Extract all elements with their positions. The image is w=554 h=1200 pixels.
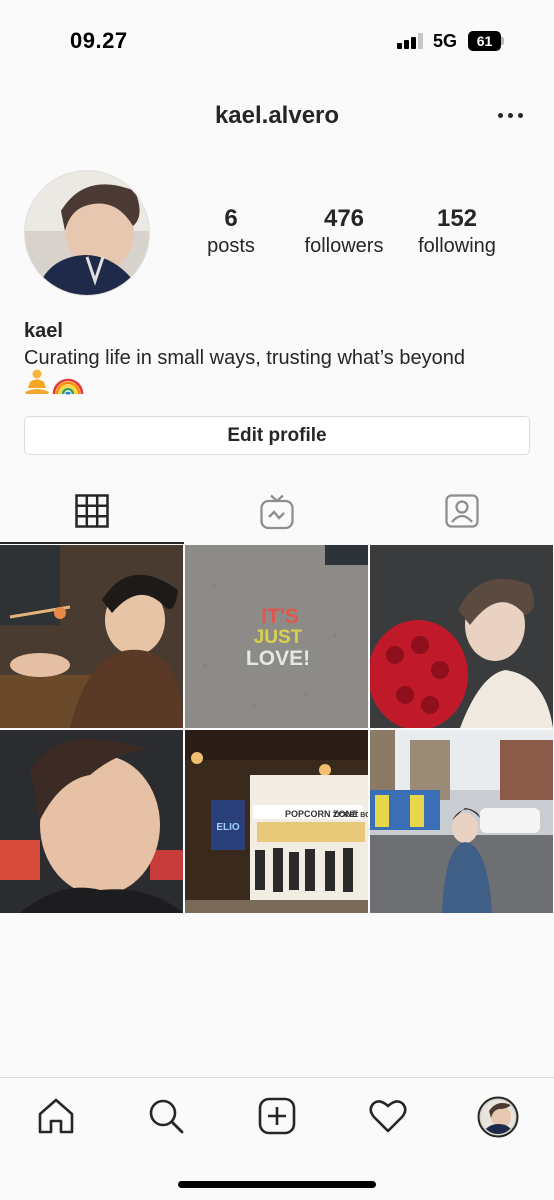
nav-search[interactable] <box>146 1096 186 1136</box>
edit-profile-button[interactable]: Edit profile <box>24 416 530 455</box>
followers-label: followers <box>304 235 384 257</box>
clock: 09.27 <box>70 28 128 53</box>
following-label: following <box>418 235 496 257</box>
tagged-icon <box>445 494 479 528</box>
cellular-signal-icon <box>397 33 425 49</box>
profile-stats: 6 posts 476 followers 152 following <box>0 205 554 265</box>
profile-name: kael <box>24 320 63 342</box>
rainbow-icon <box>52 378 84 395</box>
battery-level: 61 <box>468 31 501 51</box>
profile-bio: Curating life in small ways, trusting wh… <box>24 347 465 369</box>
post-text-top: IT'S <box>261 605 299 628</box>
post-sign-ticket: TICKET BOX <box>333 812 368 819</box>
bio-emoji <box>24 368 84 396</box>
battery-icon: 61 <box>468 31 504 51</box>
followers-stat[interactable]: 476 followers <box>289 205 399 258</box>
nav-activity[interactable] <box>368 1096 408 1136</box>
grid-icon <box>75 494 109 528</box>
post-thumbnail[interactable]: POPCORN ZONE TICKET BOX ELIO <box>185 730 368 913</box>
tab-grid[interactable] <box>0 480 184 544</box>
status-bar: 09.27 5G 61 <box>0 0 554 80</box>
following-count: 152 <box>436 205 478 232</box>
more-horizontal-icon <box>498 113 503 118</box>
profile-tabs <box>0 480 554 544</box>
post-thumbnail[interactable] <box>370 545 553 728</box>
more-options-button[interactable] <box>498 104 524 124</box>
posts-label: posts <box>207 235 255 257</box>
profile-header: kael.alvero <box>0 96 554 136</box>
nav-home[interactable] <box>36 1096 76 1136</box>
posts-stat[interactable]: 6 posts <box>176 205 286 258</box>
post-thumbnail[interactable] <box>370 730 553 913</box>
tab-igtv[interactable] <box>185 480 369 544</box>
meditating-person-icon <box>25 369 49 394</box>
tab-tagged[interactable] <box>370 480 554 544</box>
activity-heart-icon <box>369 1100 407 1133</box>
nav-new-post[interactable] <box>257 1096 297 1136</box>
profile-avatar-icon <box>477 1096 519 1138</box>
search-icon <box>149 1099 184 1134</box>
followers-count: 476 <box>323 205 365 232</box>
nav-profile[interactable] <box>477 1096 519 1138</box>
posts-grid: IT'S JUST LOVE! POPCORN ZONE TICKET B EL… <box>0 545 554 915</box>
igtv-icon <box>260 494 294 530</box>
network-type: 5G <box>433 31 458 51</box>
post-thumbnail[interactable]: IT'S JUST LOVE! <box>185 545 368 728</box>
profile-username: kael.alvero <box>214 102 340 129</box>
following-stat[interactable]: 152 following <box>402 205 512 258</box>
post-poster-title: ELIO <box>216 822 240 833</box>
post-thumbnail[interactable] <box>0 730 183 913</box>
post-text-mid: JUST <box>254 627 303 648</box>
new-post-icon <box>258 1097 296 1135</box>
post-thumbnail[interactable] <box>0 545 183 728</box>
posts-count: 6 <box>224 205 238 232</box>
home-indicator[interactable] <box>178 1181 376 1188</box>
home-icon <box>38 1098 74 1134</box>
post-text-bottom: LOVE! <box>246 647 310 670</box>
